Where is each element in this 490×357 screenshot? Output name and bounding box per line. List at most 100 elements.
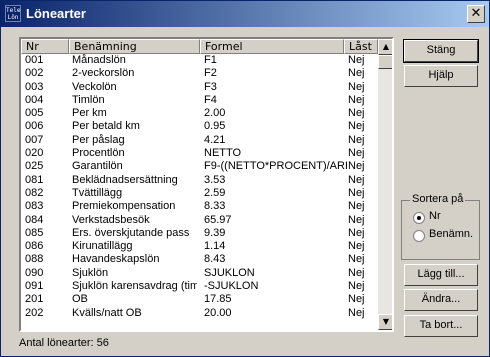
cell-nr: 003: [25, 80, 44, 93]
remove-button[interactable]: Ta bort...: [404, 315, 478, 337]
scroll-thumb[interactable]: [378, 55, 392, 69]
scroll-down-button[interactable]: ▼: [378, 314, 392, 330]
table-row[interactable]: 003 Veckolön F3 Nej: [21, 81, 378, 94]
column-header-nr[interactable]: Nr: [21, 39, 69, 54]
help-button[interactable]: Hjälp: [404, 65, 478, 87]
table-row[interactable]: 081 Beklädnadsersättning 3.53 Nej: [21, 174, 378, 187]
cell-last: Nej: [348, 147, 365, 160]
cell-benamning: Per km: [72, 107, 107, 120]
cell-benamning: OB: [72, 293, 88, 306]
cell-nr: 091: [25, 280, 44, 293]
app-icon: Tele Lön: [5, 5, 21, 22]
cell-last: Nej: [348, 226, 365, 239]
cell-benamning: Sjuklön karensavdrag (tim): [72, 280, 197, 293]
cell-nr: 004: [25, 93, 44, 106]
table-row[interactable]: 005 Per km 2.00 Nej: [21, 107, 378, 120]
column-header-formel[interactable]: Formel: [200, 39, 344, 54]
cell-formel: 3.53: [204, 173, 226, 186]
cell-benamning: Per påslag: [72, 133, 125, 146]
table-row[interactable]: 082 Tvättillägg 2.59 Nej: [21, 187, 378, 200]
cell-benamning: Kirunatillägg: [72, 240, 133, 253]
close-window-button[interactable]: ✕: [467, 5, 485, 23]
cell-formel: 9.39: [204, 226, 226, 239]
table-row[interactable]: 083 Premiekompensation 8.33 Nej: [21, 200, 378, 213]
cell-nr: 001: [25, 54, 44, 66]
title-bar[interactable]: Tele Lön Lönearter ✕: [1, 1, 489, 27]
table-row[interactable]: 020 Procentlön NETTO Nej: [21, 147, 378, 160]
table-row[interactable]: 091 Sjuklön karensavdrag (tim) -SJUKLON Nej: [21, 280, 378, 293]
cell-benamning: 2-veckorslön: [72, 67, 135, 80]
cell-last: Nej: [348, 253, 365, 266]
edit-button[interactable]: Ändra...: [404, 289, 478, 311]
cell-benamning: Timlön: [72, 93, 105, 106]
close-button[interactable]: Stäng: [403, 39, 479, 63]
cell-benamning: Havandeskapslön: [72, 253, 160, 266]
cell-nr: 088: [25, 253, 44, 266]
table-row[interactable]: 007 Per påslag 4.21 Nej: [21, 134, 378, 147]
table-row[interactable]: 202 Kvälls/natt OB 20.00 Nej: [21, 307, 378, 320]
cell-last: Nej: [348, 186, 365, 199]
cell-benamning: Beklädnadsersättning: [72, 173, 178, 186]
cell-benamning: Verkstadsbesök: [72, 213, 150, 226]
cell-formel: NETTO: [204, 147, 242, 160]
cell-last: Nej: [348, 280, 365, 293]
cell-nr: 020: [25, 147, 44, 160]
lonearter-list[interactable]: Nr Benämning Formel Låst 001 Månadslön F1 N…: [19, 37, 394, 332]
add-button[interactable]: Lägg till...: [404, 264, 478, 286]
cell-last: Nej: [348, 293, 365, 306]
sort-radio-benamn[interactable]: [413, 230, 425, 242]
sort-radio-nr[interactable]: [413, 212, 425, 224]
table-row[interactable]: 088 Havandeskapslön 8.43 Nej: [21, 253, 378, 266]
cell-formel: 65.97: [204, 213, 232, 226]
cell-last: Nej: [348, 80, 365, 93]
cell-last: Nej: [348, 133, 365, 146]
cell-benamning: Ers. överskjutande pass: [72, 226, 190, 239]
radio-selected-dot: [417, 216, 421, 220]
table-row[interactable]: 090 Sjuklön SJUKLON Nej: [21, 267, 378, 280]
cell-nr: 005: [25, 107, 44, 120]
table-row[interactable]: 001 Månadslön F1 Nej: [21, 54, 378, 67]
cell-benamning: Premiekompensation: [72, 200, 176, 213]
cell-nr: 085: [25, 226, 44, 239]
cell-formel: SJUKLON: [204, 266, 255, 279]
table-row[interactable]: 086 Kirunatillägg 1.14 Nej: [21, 240, 378, 253]
sort-radio-nr-label[interactable]: Nr: [429, 210, 441, 222]
column-header-last[interactable]: Låst: [344, 39, 378, 54]
cell-nr: 082: [25, 186, 44, 199]
scroll-up-button[interactable]: ▲: [378, 39, 392, 55]
table-row[interactable]: 025 Garantilön F9-((NETTO*PROCENT)/ARBT Nej: [21, 160, 378, 173]
cell-nr: 083: [25, 200, 44, 213]
column-header-benamning[interactable]: Benämning: [69, 39, 200, 54]
table-row[interactable]: 006 Per betald km 0.95 Nej: [21, 120, 378, 133]
cell-last: Nej: [348, 266, 365, 279]
cell-formel: 1.14: [204, 240, 226, 253]
table-row[interactable]: 085 Ers. överskjutande pass 9.39 Nej: [21, 227, 378, 240]
cell-nr: 202: [25, 306, 44, 319]
cell-nr: 007: [25, 133, 44, 146]
table-row[interactable]: 084 Verkstadsbesök 65.97 Nej: [21, 214, 378, 227]
close-icon: ✕: [470, 6, 482, 21]
cell-last: Nej: [348, 240, 365, 253]
scroll-down-icon: ▼: [382, 317, 390, 326]
table-row[interactable]: 201 OB 17.85 Nej: [21, 293, 378, 306]
list-rows: 001 Månadslön F1 Nej 002 2-veckorslön F2 Nej 003…: [21, 54, 378, 330]
cell-nr: 084: [25, 213, 44, 226]
cell-nr: 090: [25, 266, 44, 279]
cell-formel: F9-((NETTO*PROCENT)/ARBT: [204, 160, 347, 173]
cell-last: Nej: [348, 160, 365, 173]
scroll-up-icon: ▲: [382, 42, 390, 51]
vertical-scrollbar[interactable]: ▲ ▼: [378, 39, 392, 330]
sort-radio-benamn-label[interactable]: Benämn.: [429, 228, 473, 240]
cell-benamning: Månadslön: [72, 54, 126, 66]
list-header: Nr Benämning Formel Låst: [21, 39, 378, 54]
cell-formel: F4: [204, 93, 217, 106]
status-text: Antal lönearter: 56: [19, 337, 109, 349]
cell-last: Nej: [348, 54, 365, 66]
cell-nr: 025: [25, 160, 44, 173]
table-row[interactable]: 002 2-veckorslön F2 Nej: [21, 67, 378, 80]
cell-benamning: Veckolön: [72, 80, 117, 93]
cell-formel: F1: [204, 54, 217, 66]
cell-last: Nej: [348, 120, 365, 133]
cell-nr: 006: [25, 120, 44, 133]
table-row[interactable]: 004 Timlön F4 Nej: [21, 94, 378, 107]
